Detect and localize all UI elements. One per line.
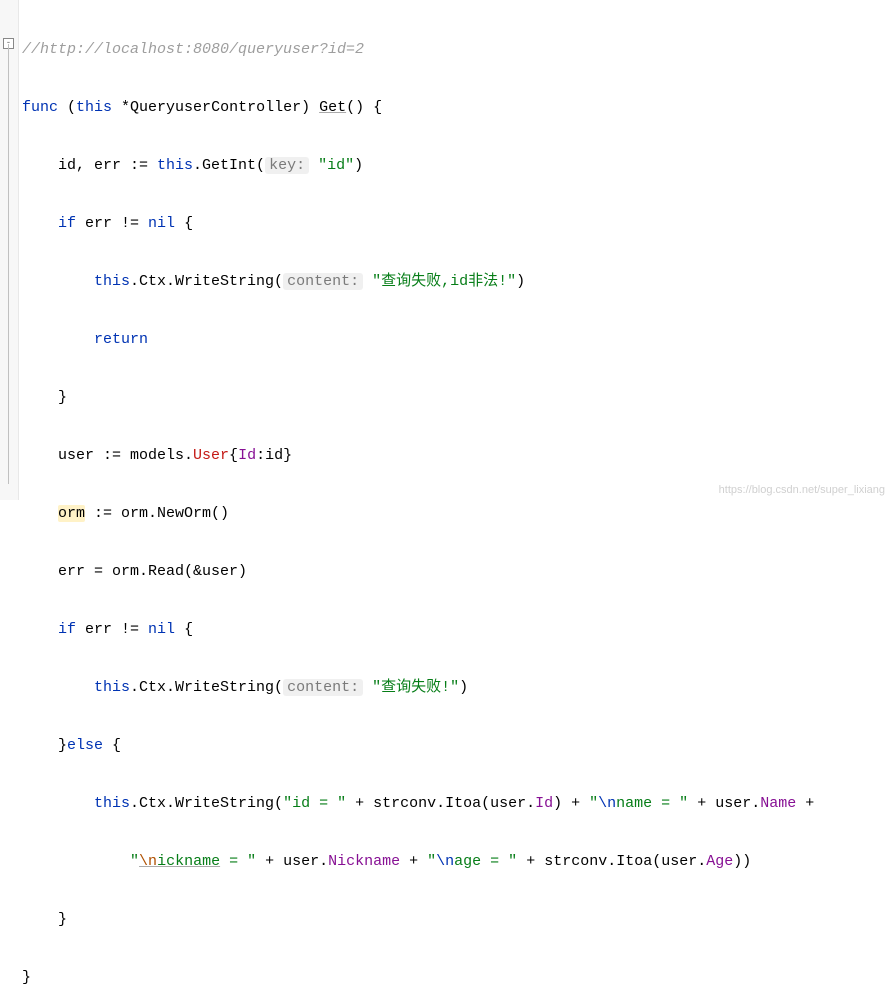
code-line: user := models.User{Id:id} bbox=[22, 441, 814, 470]
code-line: return bbox=[22, 325, 814, 354]
parameter-hint: content: bbox=[283, 273, 363, 290]
code-line: if err != nil { bbox=[22, 209, 814, 238]
code-line: //http://localhost:8080/queryuser?id=2 bbox=[22, 35, 814, 64]
code-line: id, err := this.GetInt(key: "id") bbox=[22, 151, 814, 180]
code-line: } bbox=[22, 383, 814, 412]
code-line: if err != nil { bbox=[22, 615, 814, 644]
code-line: orm := orm.NewOrm() bbox=[22, 499, 814, 528]
fold-guide bbox=[8, 44, 9, 484]
gutter: - bbox=[0, 0, 19, 500]
code-line: this.Ctx.WriteString("id = " + strconv.I… bbox=[22, 789, 814, 818]
comment: //http://localhost:8080/queryuser?id=2 bbox=[22, 41, 364, 58]
code-line: "\nickname = " + user.Nickname + "\nage … bbox=[22, 847, 814, 876]
watermark: https://blog.csdn.net/super_lixiang bbox=[719, 484, 885, 496]
highlight: orm bbox=[58, 505, 85, 522]
code-block: //http://localhost:8080/queryuser?id=2 f… bbox=[22, 6, 814, 1000]
parameter-hint: content: bbox=[283, 679, 363, 696]
code-line: func (this *QueryuserController) Get() { bbox=[22, 93, 814, 122]
code-line: } bbox=[22, 963, 814, 992]
code-line: } bbox=[22, 905, 814, 934]
code-line: }else { bbox=[22, 731, 814, 760]
parameter-hint: key: bbox=[265, 157, 309, 174]
code-line: this.Ctx.WriteString(content: "查询失败!") bbox=[22, 673, 814, 702]
code-line: err = orm.Read(&user) bbox=[22, 557, 814, 586]
code-line: this.Ctx.WriteString(content: "查询失败,id非法… bbox=[22, 267, 814, 296]
